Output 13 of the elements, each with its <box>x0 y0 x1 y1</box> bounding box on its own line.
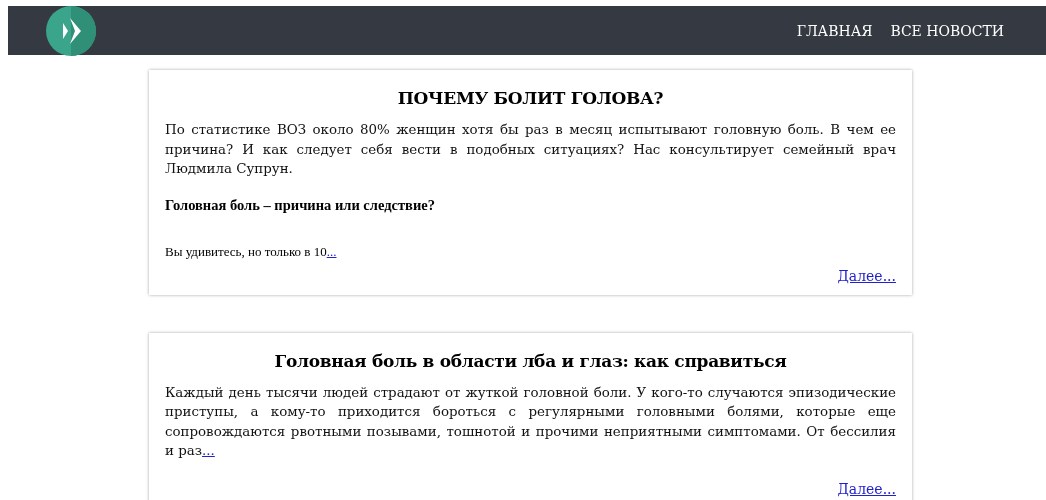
logo-icon[interactable] <box>46 5 96 56</box>
article-title: ПОЧЕМУ БОЛИТ ГОЛОВА? <box>396 88 665 108</box>
article-title: Головная боль в области лба и глаз: как справиться <box>273 350 788 371</box>
article-excerpt: Вы удивитесь, но только в 10... <box>165 243 338 260</box>
ellipsis-link[interactable]: ... <box>202 443 215 458</box>
read-more-link[interactable]: Далее... <box>837 480 896 497</box>
article-subheading: Головная боль – причина или следствие? <box>165 196 436 214</box>
article-excerpt: По статистике ВОЗ около 80% женщин хотя бы раз в месяц испытывают головную боль. В чем ее причина? И как следует себя вести в подобных ситуациях? Нас консультирует семейный врач Людмила Супрун. <box>165 121 896 178</box>
article-excerpt: Каждый день тысячи людей страдают от жуткой головной боли. У кого-то случаются эпизодические приступы, а кому-то приходится бороться с регулярными головными болями, которые еще сопровождаются рвотными позывами, тошнотой и прочими неприятными симптомами. От бессилия и раз... <box>165 383 896 460</box>
nav-link[interactable]: ГЛАВНАЯ <box>796 22 873 39</box>
nav-link[interactable]: ВСЕ НОВОСТИ <box>890 22 1004 39</box>
read-more-link[interactable]: Далее... <box>837 267 896 284</box>
ellipsis-link[interactable]: ... <box>326 243 337 259</box>
